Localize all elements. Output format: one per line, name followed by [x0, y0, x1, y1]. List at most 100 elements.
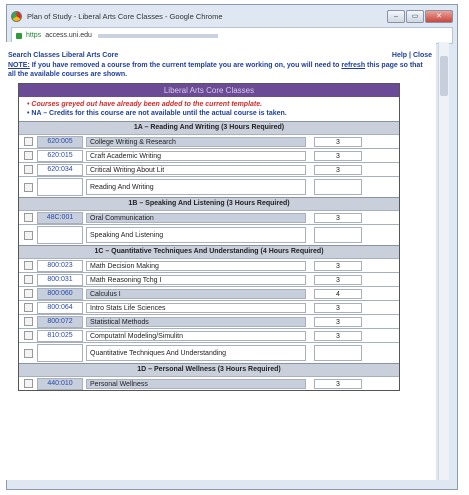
window-title: Plan of Study - Liberal Arts Core Classe…	[27, 11, 223, 21]
note-label: NOTE:	[8, 62, 30, 69]
course-checkbox[interactable]	[23, 379, 33, 388]
course-row: 620:034 Critical Writing About Lit 3	[19, 162, 399, 176]
panel-title: Liberal Arts Core Classes	[19, 84, 399, 97]
select-cell	[19, 289, 37, 298]
course-checkbox[interactable]	[23, 182, 33, 192]
scrollbar[interactable]	[438, 42, 449, 480]
minimize-button[interactable]: –	[387, 9, 405, 23]
course-code[interactable]: 800:072	[37, 315, 83, 328]
course-hours: 3	[314, 136, 362, 147]
course-checkbox[interactable]	[23, 213, 33, 222]
course-row: 810:025 Computatnl Modeling/Simulitn 3	[19, 328, 399, 342]
course-hours: 3	[314, 378, 362, 389]
course-checkbox[interactable]	[23, 165, 33, 174]
course-hours: 3	[314, 316, 362, 327]
course-name: Critical Writing About Lit	[86, 164, 306, 175]
course-code[interactable]: 48C:001	[37, 211, 83, 224]
course-name: Craft Academic Writing	[86, 150, 306, 161]
course-checkbox[interactable]	[23, 317, 33, 326]
course-hours: 3	[314, 164, 362, 175]
course-hours: 3	[314, 150, 362, 161]
course-code[interactable]: 800:023	[37, 259, 83, 272]
course-checkbox[interactable]	[23, 303, 33, 312]
title-bar: Plan of Study - Liberal Arts Core Classe…	[7, 5, 457, 27]
course-row: 800:072 Statistical Methods 3	[19, 314, 399, 328]
course-code[interactable]: 620:034	[37, 163, 83, 176]
course-row: 800:031 Math Reasoning Tchg I 3	[19, 272, 399, 286]
course-name: Reading And Writing	[86, 179, 306, 195]
courses-panel: Liberal Arts Core Classes • Courses grey…	[18, 83, 400, 391]
course-row: 620:015 Craft Academic Writing 3	[19, 148, 399, 162]
course-row: 620:005 College Writing & Research 3	[19, 134, 399, 148]
course-hours: 3	[314, 260, 362, 271]
course-checkbox[interactable]	[23, 289, 33, 298]
course-name: Math Reasoning Tchg I	[86, 274, 306, 285]
legend-na-text: NA – Credits for this course are not ava…	[31, 110, 287, 117]
course-name: Personal Wellness	[86, 378, 306, 389]
course-row: 440:010 Personal Wellness 3	[19, 376, 399, 390]
window-controls: – ▭ ✕	[387, 9, 453, 23]
close-link[interactable]: Close	[413, 52, 432, 59]
course-name: Intro Stats Life Sciences	[86, 302, 306, 313]
course-checkbox[interactable]	[23, 137, 33, 146]
course-code	[37, 344, 83, 362]
course-hours: 3	[314, 302, 362, 313]
course-row: Reading And Writing	[19, 176, 399, 197]
course-hours[interactable]	[314, 227, 362, 243]
course-checkbox[interactable]	[23, 230, 33, 240]
course-code[interactable]: 800:064	[37, 301, 83, 314]
course-row: 800:060 Calculus I 4	[19, 286, 399, 300]
course-row: 800:064 Intro Stats Life Sciences 3	[19, 300, 399, 314]
course-hours[interactable]	[314, 345, 362, 361]
url-scheme: https	[26, 32, 42, 39]
course-checkbox[interactable]	[23, 331, 33, 340]
legend-greyed: • Courses greyed out have already been a…	[27, 101, 263, 108]
course-checkbox[interactable]	[23, 151, 33, 160]
course-checkbox[interactable]	[23, 261, 33, 270]
select-cell	[19, 275, 37, 284]
course-name: Computatnl Modeling/Simulitn	[86, 330, 306, 341]
course-row: 48C:001 Oral Communication 3	[19, 210, 399, 224]
course-name: Quantitative Techniques And Understandin…	[86, 345, 306, 361]
select-cell	[19, 261, 37, 270]
select-cell	[19, 331, 37, 340]
scroll-thumb[interactable]	[440, 56, 448, 96]
maximize-button[interactable]: ▭	[406, 9, 424, 23]
legend: • Courses greyed out have already been a…	[19, 97, 399, 121]
select-cell	[19, 379, 37, 388]
chrome-icon	[11, 10, 22, 22]
category-header: 1D – Personal Wellness (3 Hours Required…	[19, 363, 399, 376]
course-code[interactable]: 810:025	[37, 329, 83, 342]
help-link[interactable]: Help	[392, 52, 407, 59]
course-code[interactable]: 620:015	[37, 149, 83, 162]
legend-greyed-text: Courses greyed out have already been add…	[31, 101, 263, 108]
course-name: College Writing & Research	[86, 136, 306, 147]
course-code[interactable]: 620:005	[37, 135, 83, 148]
select-cell	[19, 348, 37, 358]
course-checkbox[interactable]	[23, 348, 33, 358]
course-name: Math Decision Making	[86, 260, 306, 271]
course-row: Quantitative Techniques And Understandin…	[19, 342, 399, 363]
note-text-a: If you have removed a course from the cu…	[29, 62, 342, 69]
legend-na: • NA – Credits for this course are not a…	[27, 110, 287, 117]
category-header: 1C – Quantitative Techniques And Underst…	[19, 245, 399, 258]
course-code[interactable]: 440:010	[37, 377, 83, 390]
page-content: Search Classes Liberal Arts Core Help | …	[4, 42, 436, 480]
course-code[interactable]: 800:031	[37, 273, 83, 286]
select-cell	[19, 182, 37, 192]
lock-icon	[16, 32, 22, 39]
course-hours[interactable]	[314, 179, 362, 195]
url-host: access.uni.edu	[45, 32, 92, 39]
course-code[interactable]: 800:060	[37, 287, 83, 300]
course-row: 800:023 Math Decision Making 3	[19, 258, 399, 272]
category-header: 1B – Speaking And Listening (3 Hours Req…	[19, 197, 399, 210]
refresh-link[interactable]: refresh	[341, 62, 365, 69]
help-close-links: Help | Close	[392, 52, 432, 59]
course-code	[37, 178, 83, 196]
course-name: Calculus I	[86, 288, 306, 299]
course-hours: 3	[314, 212, 362, 223]
close-window-button[interactable]: ✕	[425, 9, 453, 23]
select-cell	[19, 213, 37, 222]
course-hours: 3	[314, 274, 362, 285]
course-checkbox[interactable]	[23, 275, 33, 284]
